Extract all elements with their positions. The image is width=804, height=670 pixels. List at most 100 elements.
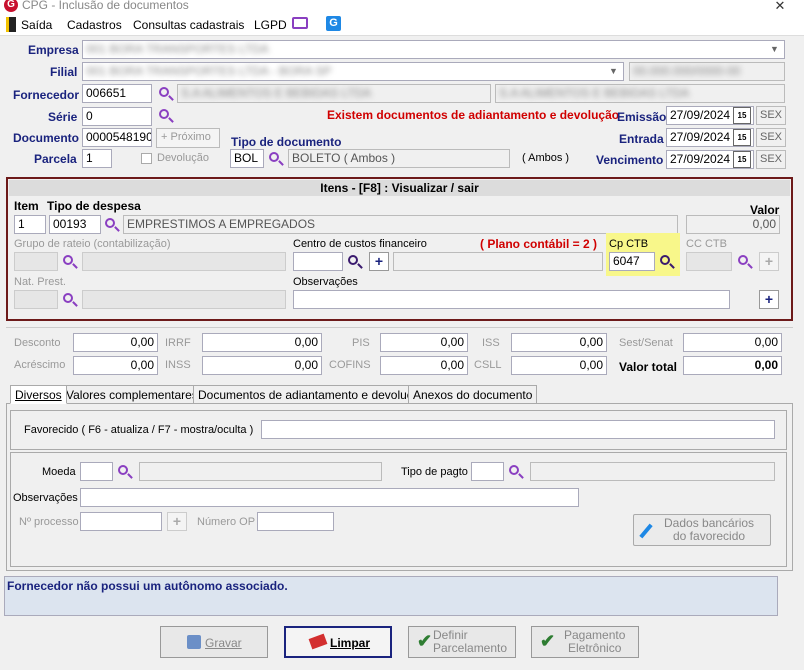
calendar-icon[interactable]: 15 [733,107,751,124]
fornecedor-code-input[interactable]: 006651 [82,84,152,103]
entrada-weekday: SEX [756,128,786,147]
definir-parcelamento-button[interactable]: ✔ Definir Parcelamento [408,626,516,658]
valor-value[interactable]: 0,00 [686,215,780,234]
numero-op-input[interactable] [257,512,334,531]
tab-documentos-adiantamento[interactable]: Documentos de adiantamento e devoluçao [193,385,432,404]
documento-label: Documento [13,131,79,145]
tab-diversos[interactable]: Diversos [10,385,67,404]
moeda-input[interactable] [80,462,113,481]
iss-input[interactable]: 0,00 [511,333,607,352]
tipo-documento-code-input[interactable]: BOL [230,149,264,168]
tipo-documento-ambos: ( Ambos ) [522,152,570,164]
empresa-label: Empresa [28,43,79,57]
devolucao-checkbox[interactable] [141,153,152,164]
parcela-label: Parcela [34,152,77,166]
irrf-input[interactable]: 0,00 [202,333,322,352]
tab-valores-complementares[interactable]: Valores complementares [61,385,203,404]
observacoes-label: Observações [13,492,78,504]
chevron-down-icon[interactable]: ▼ [770,44,779,54]
processo-label: Nº processo [19,516,79,528]
documento-input[interactable]: 0000548190 [82,128,152,147]
favorecido-input[interactable] [261,420,775,439]
moeda-name [139,462,382,481]
app-logo-icon: G [4,0,18,12]
centro-custos-input[interactable] [293,252,343,271]
cp-ctb-label: Cp CTB [609,238,649,250]
parcela-input[interactable]: 1 [82,149,112,168]
add-processo-button[interactable]: + [167,512,187,531]
cp-ctb-input[interactable]: 6047 [609,252,655,271]
monitor-icon[interactable] [292,17,308,29]
search-icon[interactable] [62,292,78,308]
search-icon[interactable] [508,464,524,480]
nat-prest-label: Nat. Prest. [14,276,66,288]
search-icon[interactable] [104,217,120,233]
tipo-pagto-input[interactable] [471,462,504,481]
menu-cadastros[interactable]: Cadastros [67,18,122,32]
add-item-button[interactable]: + [759,290,779,309]
add-centro-custos-button[interactable]: + [369,252,389,271]
calendar-icon[interactable]: 15 [733,129,751,146]
search-icon[interactable] [117,464,133,480]
cc-ctb-input[interactable] [686,252,732,271]
csll-input[interactable]: 0,00 [511,356,607,375]
calendar-icon[interactable]: 15 [733,151,751,168]
search-icon[interactable] [659,254,675,270]
menu-lgpd[interactable]: LGPD [254,18,287,32]
proximo-button[interactable]: + Próximo [156,128,220,148]
search-icon[interactable] [347,254,363,270]
menu-consultas[interactable]: Consultas cadastrais [133,18,244,32]
status-text: Fornecedor não possui um autônomo associ… [7,579,288,593]
despesa-name: EMPRESTIMOS A EMPREGADOS [123,215,678,234]
serie-label: Série [48,110,78,124]
empresa-select[interactable]: 001 BORA TRANSPORTES LTDA [82,40,785,59]
filial-label: Filial [50,65,78,79]
save-icon [187,635,201,649]
search-icon[interactable] [62,254,78,270]
serie-input[interactable]: 0 [82,107,152,126]
title-bar: G CPG - Inclusão de documentos ✕ [0,0,804,14]
numero-op-label: Número OP [197,516,256,528]
processo-input[interactable] [80,512,162,531]
search-icon[interactable] [158,108,174,124]
desconto-input[interactable]: 0,00 [73,333,158,352]
pis-input[interactable]: 0,00 [380,333,468,352]
add-cc-ctb-button[interactable]: + [759,252,779,271]
tab-anexos[interactable]: Anexos do documento [408,385,538,404]
gravar-button[interactable]: Gravar [160,626,268,658]
chevron-down-icon[interactable]: ▼ [609,66,618,76]
menu-saida[interactable]: Saída [21,18,52,32]
observacoes-input[interactable] [80,488,579,507]
grupo-rateio-label: Grupo de rateio (contabilização) [14,238,171,250]
desconto-label: Desconto [14,337,61,349]
inss-input[interactable]: 0,00 [202,356,322,375]
item-input[interactable]: 1 [14,215,46,234]
nat-prest-code[interactable] [14,290,58,309]
tipo-documento-label: Tipo de documento [231,135,342,149]
filial-cnpj: 00.000.000/0000-00 [629,62,785,81]
pagamento-eletronico-button[interactable]: ✔ Pagamento Eletrônico [531,626,639,658]
favorecido-label: Favorecido ( F6 - atualiza / F7 - mostra… [24,424,254,436]
search-icon[interactable] [268,151,284,167]
dados-bancarios-button[interactable]: Dados bancários do favorecido [633,514,771,546]
moeda-label: Moeda [42,466,76,478]
acrescimo-input[interactable]: 0,00 [73,356,158,375]
pencil-icon [639,523,653,539]
observacoes-item-input[interactable] [293,290,730,309]
close-button[interactable]: ✕ [760,0,800,14]
grupo-rateio-code[interactable] [14,252,58,271]
despesa-code-input[interactable]: 00193 [49,215,101,234]
search-icon[interactable] [158,86,174,102]
search-icon[interactable] [737,254,753,270]
centro-custos-name [393,252,603,271]
acrescimo-label: Acréscimo [14,359,66,371]
inss-label: INSS [165,359,191,371]
filial-select[interactable]: 001 BORA TRANSPORTES LTDA - BORA SP [82,62,624,81]
limpar-button[interactable]: Limpar [284,626,392,658]
sest-senat-input[interactable]: 0,00 [683,333,782,352]
app-g-icon[interactable]: G [326,16,341,31]
devolucao-label: Devolução [157,152,209,164]
cofins-input[interactable]: 0,00 [380,356,468,375]
nat-prest-name [82,290,286,309]
exit-door-icon [6,17,16,32]
